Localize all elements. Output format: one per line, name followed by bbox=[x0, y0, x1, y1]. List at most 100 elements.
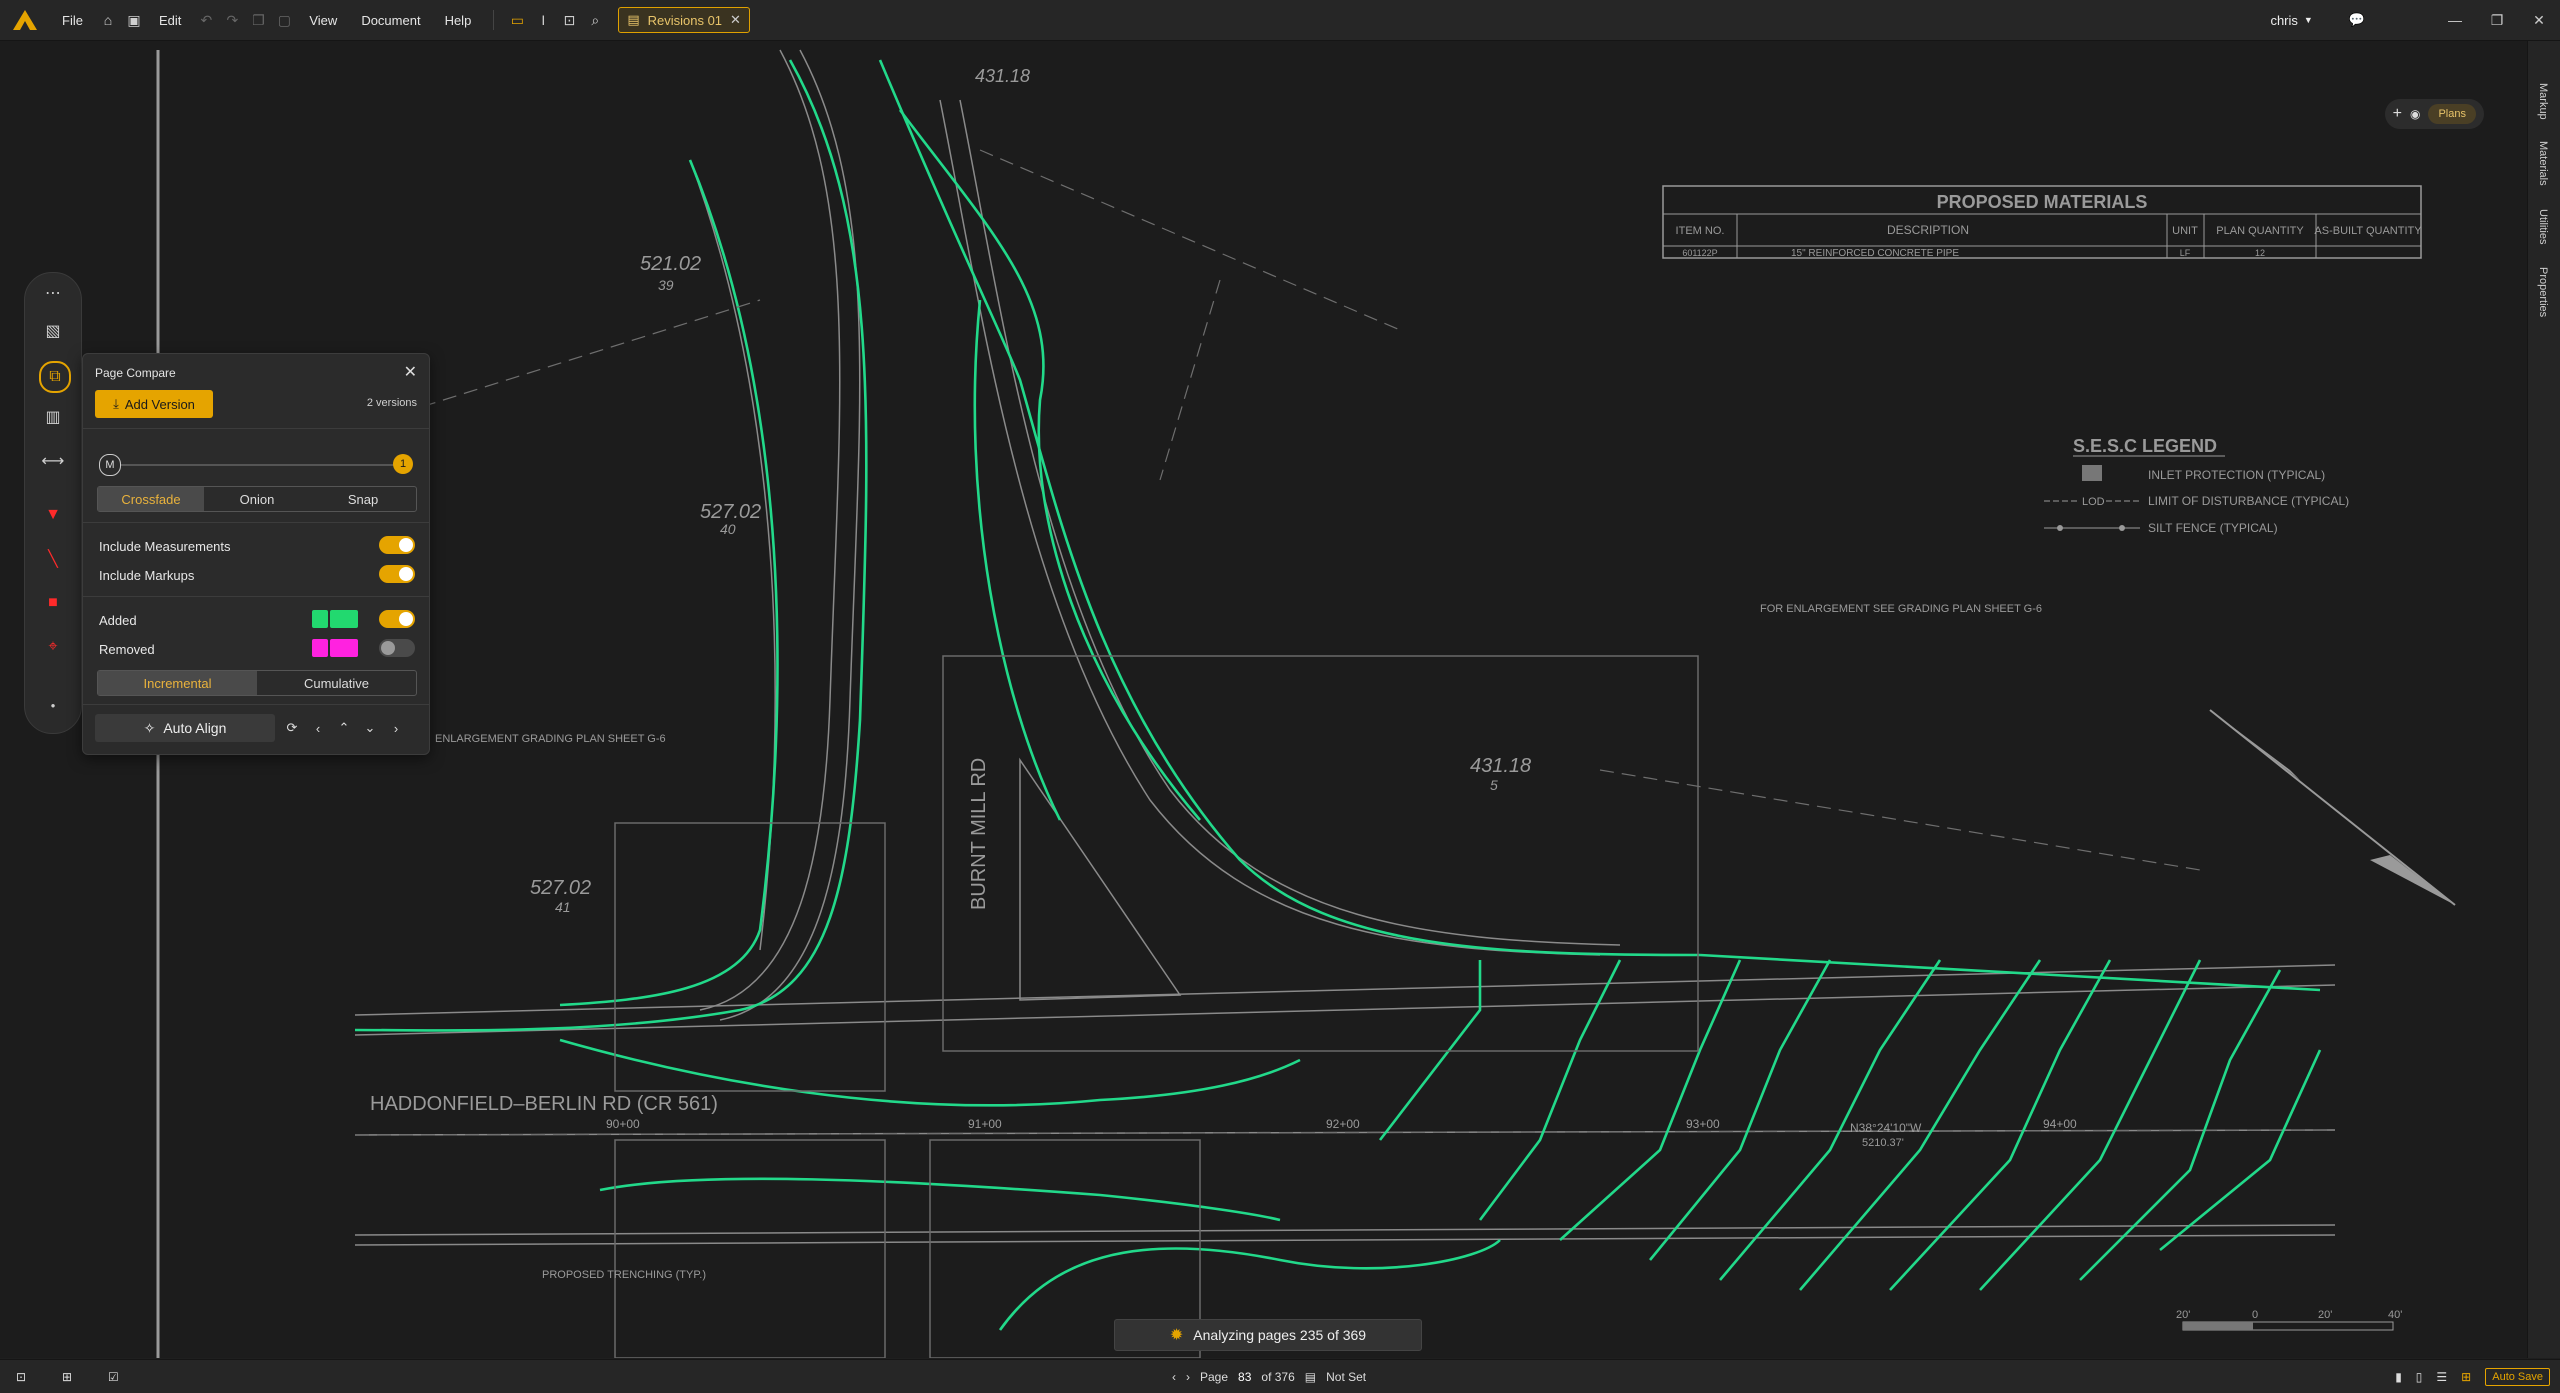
copy-icon[interactable]: ❐ bbox=[247, 9, 269, 31]
add-version-button[interactable]: ⤓ Add Version bbox=[95, 390, 213, 418]
mode-crossfade[interactable]: Crossfade bbox=[98, 487, 204, 511]
grid-view-icon[interactable]: ⊞ bbox=[2461, 1370, 2471, 1384]
continuous-icon[interactable]: ☰ bbox=[2436, 1370, 2447, 1384]
svg-text:431.18: 431.18 bbox=[1470, 755, 1531, 777]
analyzing-text: Analyzing pages 235 of 369 bbox=[1193, 1327, 1367, 1343]
zoom-icon[interactable]: ⌕ bbox=[584, 9, 606, 31]
added-label: Added bbox=[99, 613, 137, 628]
rectangle-icon[interactable]: ■ bbox=[39, 589, 67, 617]
close-tab-icon[interactable]: ✕ bbox=[730, 12, 741, 28]
compare-icon[interactable]: ⧉ bbox=[39, 361, 71, 393]
paste-icon[interactable]: ▢ bbox=[273, 9, 295, 31]
page-number[interactable]: 83 bbox=[1238, 1370, 1251, 1384]
panel-title: Page Compare bbox=[95, 366, 176, 380]
menu-file[interactable]: File bbox=[50, 13, 95, 28]
svg-text:INLET PROTECTION (TYPICAL): INLET PROTECTION (TYPICAL) bbox=[2148, 468, 2325, 482]
svg-text:40': 40' bbox=[2388, 1309, 2402, 1321]
svg-text:91+00: 91+00 bbox=[968, 1117, 1002, 1131]
slider-marker-1[interactable]: 1 bbox=[393, 454, 413, 474]
window-controls: — ❐ ✕ bbox=[2434, 0, 2560, 40]
include-measurements-toggle[interactable] bbox=[379, 536, 415, 554]
add-version-label: Add Version bbox=[124, 396, 195, 412]
tab-properties[interactable]: Properties bbox=[2537, 267, 2549, 317]
compare-mode-segment: Crossfade Onion Snap bbox=[97, 486, 417, 512]
chevron-down-icon[interactable]: ⌄ bbox=[359, 714, 381, 742]
add-icon[interactable]: + bbox=[2393, 105, 2402, 123]
divider bbox=[83, 704, 429, 705]
select-tool-icon[interactable]: ▭ bbox=[506, 9, 528, 31]
undo-icon[interactable]: ↶ bbox=[195, 9, 217, 31]
mode-onion[interactable]: Onion bbox=[204, 487, 310, 511]
overlay-icon[interactable]: ▥ bbox=[39, 403, 67, 431]
refresh-icon[interactable]: ⟳ bbox=[281, 714, 303, 742]
diff-mode-segment: Incremental Cumulative bbox=[97, 670, 417, 696]
fit-icon[interactable]: ⊡ bbox=[16, 1370, 40, 1384]
chat-icon[interactable]: 💬 bbox=[2349, 12, 2365, 28]
grid-icon[interactable]: ⊞ bbox=[62, 1370, 86, 1384]
user-menu[interactable]: chris ▼ 💬 bbox=[2270, 0, 2365, 40]
mode-snap[interactable]: Snap bbox=[310, 487, 416, 511]
bookmark-icon[interactable]: ▮ bbox=[2395, 1370, 2402, 1384]
svg-text:5: 5 bbox=[1490, 777, 1498, 793]
version-slider[interactable]: M 1 bbox=[99, 454, 413, 476]
snapshot-icon[interactable]: ⊡ bbox=[558, 9, 580, 31]
image-icon[interactable]: ▧ bbox=[39, 317, 67, 345]
more-icon[interactable]: ⋯ bbox=[39, 279, 67, 307]
prev-page-icon[interactable]: ‹ bbox=[1172, 1370, 1176, 1384]
diff-cumulative[interactable]: Cumulative bbox=[257, 671, 416, 695]
plans-pill[interactable]: Plans bbox=[2428, 104, 2476, 124]
added-color-swatch-2[interactable] bbox=[330, 610, 358, 628]
dot-icon[interactable]: ● bbox=[39, 691, 67, 719]
materials-table: PROPOSED MATERIALS ITEM NO. DESCRIPTION … bbox=[1662, 185, 2422, 259]
user-name: chris bbox=[2270, 12, 2298, 28]
menu-view[interactable]: View bbox=[297, 13, 349, 28]
save-icon[interactable]: ▣ bbox=[123, 9, 145, 31]
measure-icon[interactable]: ⟷ bbox=[39, 447, 67, 475]
menu-help[interactable]: Help bbox=[433, 13, 484, 28]
include-markups-toggle[interactable] bbox=[379, 565, 415, 583]
scale-bar: 20' 0 20' 40' bbox=[2176, 1309, 2402, 1331]
auto-align-button[interactable]: ✧ Auto Align bbox=[95, 714, 275, 742]
close-window-icon[interactable]: ✕ bbox=[2518, 0, 2560, 40]
svg-text:431.18: 431.18 bbox=[975, 66, 1030, 86]
redo-icon[interactable]: ↷ bbox=[221, 9, 243, 31]
removed-color-swatch-2[interactable] bbox=[330, 639, 358, 657]
document-tab[interactable]: ▤ Revisions 01 ✕ bbox=[618, 7, 750, 33]
single-page-icon[interactable]: ▯ bbox=[2416, 1370, 2423, 1384]
close-icon[interactable]: ✕ bbox=[404, 362, 417, 382]
svg-text:PROPOSED MATERIALS: PROPOSED MATERIALS bbox=[1937, 192, 2148, 212]
chevron-up-icon[interactable]: ⌃ bbox=[333, 714, 355, 742]
chevron-right-icon[interactable]: › bbox=[385, 714, 407, 742]
auto-save-badge[interactable]: Auto Save bbox=[2485, 1367, 2550, 1386]
document-tab-label: Revisions 01 bbox=[647, 12, 723, 28]
checkbox-icon[interactable]: ☑ bbox=[108, 1370, 132, 1384]
divider bbox=[83, 522, 429, 523]
removed-color-swatch[interactable] bbox=[312, 639, 328, 657]
tab-markup[interactable]: Markup bbox=[2537, 83, 2549, 120]
home-icon[interactable]: ⌂ bbox=[97, 9, 119, 31]
callout-icon[interactable]: ⌖ bbox=[39, 633, 67, 661]
svg-text:93+00: 93+00 bbox=[1686, 1117, 1720, 1131]
app-logo[interactable] bbox=[0, 0, 50, 40]
versions-count: 2 versions bbox=[366, 397, 417, 409]
removed-toggle[interactable] bbox=[379, 639, 415, 657]
text-select-icon[interactable]: I bbox=[532, 9, 554, 31]
diff-incremental[interactable]: Incremental bbox=[98, 671, 257, 695]
filter-icon[interactable]: ▼ bbox=[39, 501, 67, 529]
added-toggle[interactable] bbox=[379, 610, 415, 628]
chevron-left-icon[interactable]: ‹ bbox=[307, 714, 329, 742]
menu-document[interactable]: Document bbox=[349, 13, 432, 28]
next-page-icon[interactable]: › bbox=[1186, 1370, 1190, 1384]
tab-utilities[interactable]: Utilities bbox=[2537, 209, 2549, 244]
tab-materials[interactable]: Materials bbox=[2537, 141, 2549, 186]
svg-text:20': 20' bbox=[2176, 1309, 2190, 1321]
scale-value[interactable]: Not Set bbox=[1326, 1370, 1366, 1384]
restore-icon[interactable]: ❐ bbox=[2476, 0, 2518, 40]
line-icon[interactable]: ╲ bbox=[39, 545, 67, 573]
added-color-swatch[interactable] bbox=[312, 610, 328, 628]
eye-icon[interactable]: ◉ bbox=[2410, 107, 2420, 121]
slider-marker-m[interactable]: M bbox=[99, 454, 121, 476]
minimize-icon[interactable]: — bbox=[2434, 0, 2476, 40]
svg-text:5210.37': 5210.37' bbox=[1862, 1137, 1904, 1149]
menu-edit[interactable]: Edit bbox=[147, 13, 193, 28]
